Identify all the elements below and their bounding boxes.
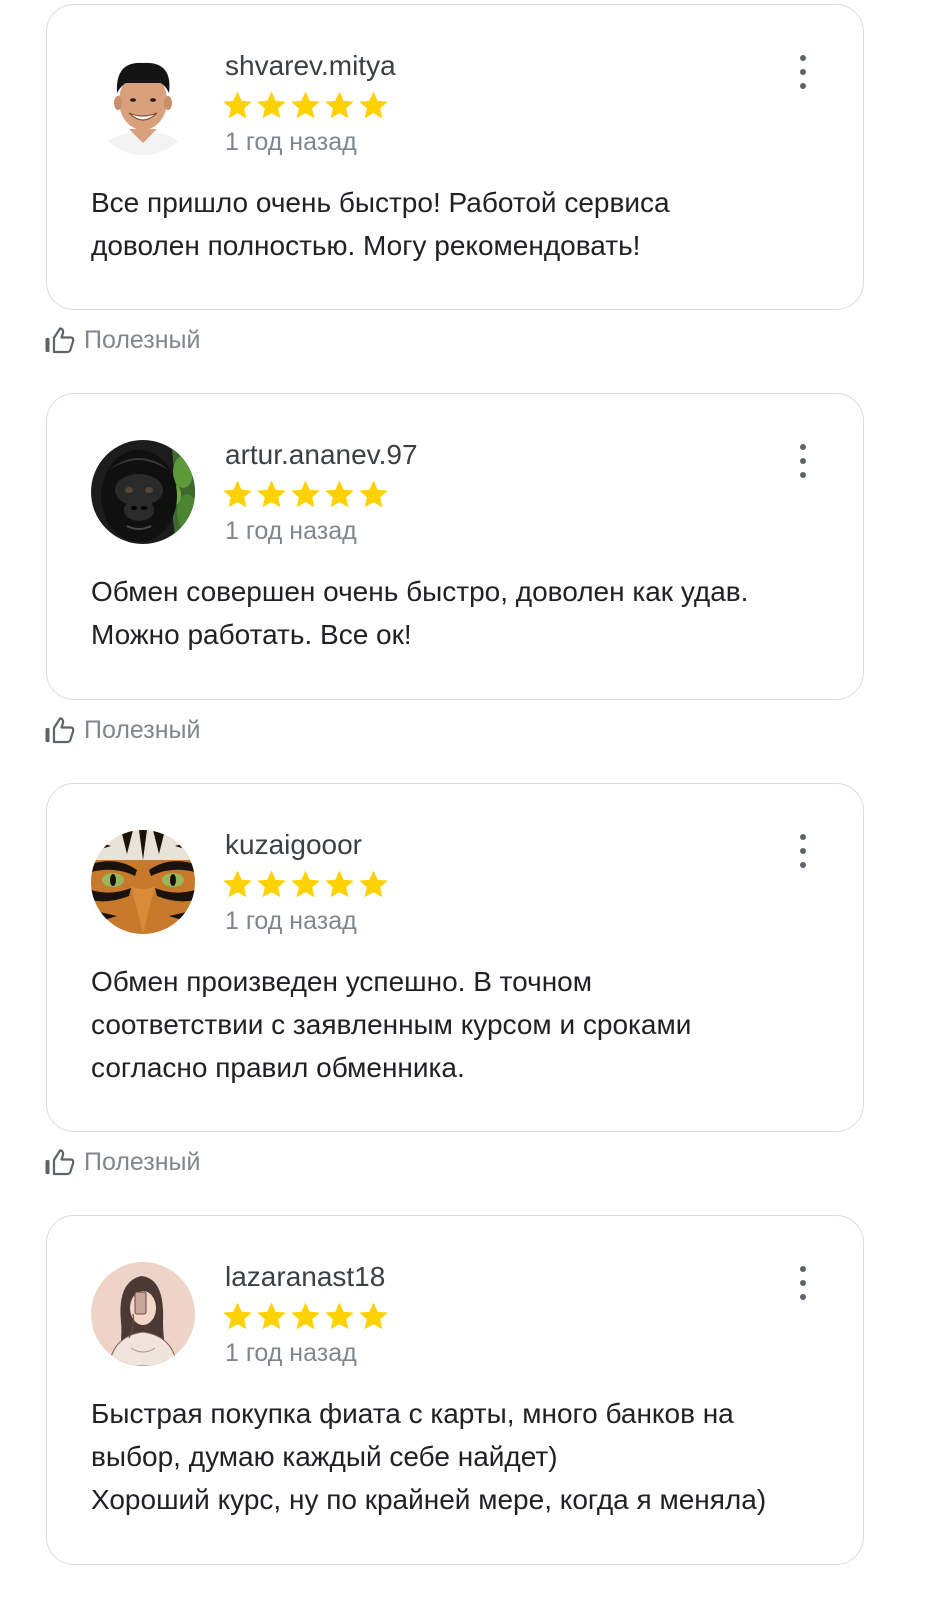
dot-icon (800, 458, 806, 464)
dot-icon (800, 1294, 806, 1300)
review-time: 1 год назад (225, 907, 357, 935)
star-icon (323, 1300, 356, 1333)
star-icon (323, 868, 356, 901)
star-icon (357, 89, 390, 122)
star-rating (221, 868, 390, 901)
avatar[interactable] (91, 51, 195, 155)
dot-icon (800, 1266, 806, 1272)
dot-icon (800, 55, 806, 61)
avatar[interactable] (91, 440, 195, 544)
thumbs-up-icon (45, 717, 75, 744)
username: lazaranast18 (225, 1261, 386, 1292)
dot-icon (800, 472, 806, 478)
thumbs-up-icon (45, 1149, 75, 1176)
star-icon (289, 868, 322, 901)
dot-icon (800, 444, 806, 450)
girl-drawing-avatar (91, 1262, 195, 1366)
username: artur.ananev.97 (225, 439, 418, 470)
gorilla-photo-avatar (91, 440, 195, 544)
star-icon (357, 1300, 390, 1333)
tiger-photo-avatar (91, 830, 195, 934)
review-time: 1 год назад (225, 128, 357, 156)
review-card: kuzaigooor 1 год назад Обмен произведен … (46, 783, 864, 1132)
thumbs-up-icon (45, 327, 75, 354)
man-photo-avatar (91, 51, 195, 155)
review-text: Все пришло очень быстро! Работой сервиса… (91, 187, 670, 261)
star-icon (255, 868, 288, 901)
dot-icon (800, 834, 806, 840)
review-time: 1 год назад (225, 517, 357, 545)
review-card: shvarev.mitya 1 год назад Все пришло оче… (46, 4, 864, 310)
helpful-label: Полезный (84, 716, 201, 744)
helpful-button[interactable]: Полезный (44, 325, 200, 355)
dot-icon (800, 848, 806, 854)
username: shvarev.mitya (225, 50, 396, 81)
dot-icon (800, 69, 806, 75)
star-icon (289, 89, 322, 122)
review-card: artur.ananev.97 1 год назад Обмен соверш… (46, 393, 864, 700)
review-text: Обмен совершен очень быстро, доволен как… (91, 576, 749, 650)
star-icon (255, 1300, 288, 1333)
star-icon (323, 89, 356, 122)
more-options-button[interactable] (793, 444, 813, 478)
star-icon (255, 478, 288, 511)
dot-icon (800, 862, 806, 868)
username: kuzaigooor (225, 829, 362, 860)
star-rating (221, 1300, 390, 1333)
review-text: Быстрая покупка фиата с карты, много бан… (91, 1398, 767, 1515)
star-icon (221, 89, 254, 122)
star-rating (221, 89, 390, 122)
avatar[interactable] (91, 830, 195, 934)
review-card: lazaranast18 1 год назад Быстрая покупка… (46, 1215, 864, 1565)
review-text: Обмен произведен успешно. В точном соотв… (91, 966, 692, 1083)
avatar[interactable] (91, 1262, 195, 1366)
star-icon (357, 478, 390, 511)
review-time: 1 год назад (225, 1339, 357, 1367)
helpful-label: Полезный (84, 326, 201, 354)
star-icon (221, 1300, 254, 1333)
star-icon (289, 478, 322, 511)
helpful-button[interactable]: Полезный (44, 1147, 200, 1177)
dot-icon (800, 83, 806, 89)
helpful-button[interactable]: Полезный (44, 715, 200, 745)
star-rating (221, 478, 390, 511)
star-icon (221, 868, 254, 901)
more-options-button[interactable] (793, 55, 813, 89)
star-icon (255, 89, 288, 122)
helpful-label: Полезный (84, 1148, 201, 1176)
star-icon (357, 868, 390, 901)
star-icon (289, 1300, 322, 1333)
more-options-button[interactable] (793, 1266, 813, 1300)
star-icon (323, 478, 356, 511)
star-icon (221, 478, 254, 511)
dot-icon (800, 1280, 806, 1286)
more-options-button[interactable] (793, 834, 813, 868)
